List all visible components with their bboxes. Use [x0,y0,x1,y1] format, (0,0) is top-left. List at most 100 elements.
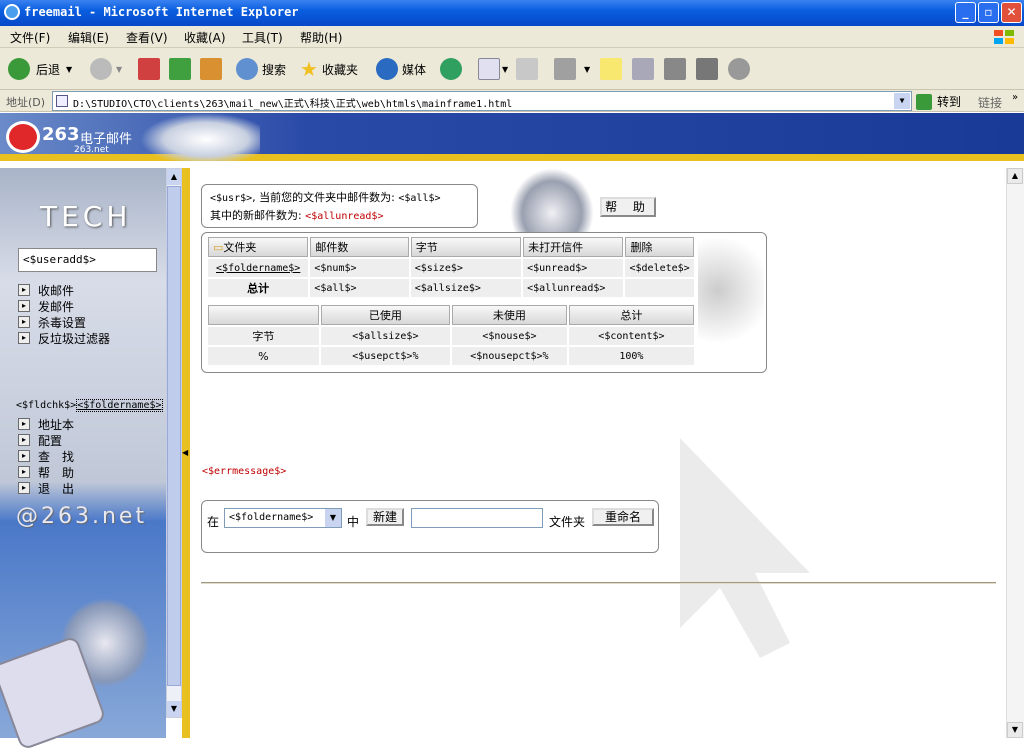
header-label: 文件夹 [223,241,257,254]
folder-form: 在 <$foldername$> ▼ 中 新建 文件夹 重命名 [201,500,659,553]
search-button[interactable]: 搜索 [236,58,286,80]
media-button[interactable]: 媒体 [376,58,426,80]
stop-button[interactable] [138,58,160,80]
nav-config[interactable]: ▸ 配置 [18,432,158,448]
home-button[interactable] [200,58,222,80]
chevron-down-icon[interactable]: ▼ [66,65,72,74]
go-arrow-icon [916,93,932,110]
favorites-button[interactable]: ★ 收藏夹 [300,57,358,81]
back-button[interactable]: 后退 ▼ [8,58,72,80]
frame-splitter[interactable]: ◀ [182,168,190,738]
folder-suffix-label: 文件夹 [549,515,586,529]
menu-view[interactable]: 查看(V) [126,29,168,46]
research-button[interactable] [632,58,654,80]
scroll-down-icon[interactable]: ▼ [1007,722,1023,738]
size-cell: <$size$> [410,259,522,277]
folder-name-input[interactable] [411,508,543,528]
menu-file[interactable]: 文件(F) [10,29,50,46]
chevron-down-icon[interactable]: ▼ [325,509,341,527]
folder-select-value: <$foldername$> [229,512,314,523]
messenger-button[interactable] [664,58,686,80]
logo-circle-icon [6,121,40,153]
folder-row[interactable]: <$fldchk$><$foldername$> [16,399,163,412]
nav-antivirus[interactable]: ▸ 杀毒设置 [18,314,158,330]
main-frame: <$usr$>, 当前您的文件夹中邮件数为: <$all$> 其中的新邮件数为:… [190,168,1006,738]
new-folder-button[interactable]: 新建 [366,508,404,526]
menu-help[interactable]: 帮助(H) [300,29,342,46]
usage-cell: <$allsize$> [320,327,450,345]
research-icon [632,58,654,80]
edit-button[interactable]: ▼ [554,58,590,80]
nav-label: 查 找 [38,449,75,464]
table-row: <$foldername$> <$num$> <$size$> <$unread… [208,259,694,277]
extra-button[interactable] [696,58,718,80]
scroll-up-icon[interactable]: ▲ [1007,168,1023,184]
menu-bar: 文件(F) 编辑(E) 查看(V) 收藏(A) 工具(T) 帮助(H) [0,26,1024,48]
nav-help[interactable]: ▸ 帮 助 [18,464,158,480]
discuss-button[interactable] [600,58,622,80]
usage-cell: 100% [568,347,694,365]
chevron-right-icon[interactable]: » [1012,92,1018,103]
refresh-button[interactable] [169,58,191,80]
mail-button[interactable]: ▼ [478,58,508,80]
foldername-link[interactable]: <$foldername$> [76,399,163,412]
nav-find[interactable]: ▸ 查 找 [18,448,158,464]
folder-select[interactable]: <$foldername$> ▼ [224,508,342,528]
left-scrollbar[interactable]: ▲ ▼ [166,168,182,718]
useradd-field[interactable]: <$useradd$> [18,248,157,272]
forward-button[interactable]: ▼ [90,58,122,80]
usage-col-total: 总计 [568,305,694,325]
menu-edit[interactable]: 编辑(E) [68,29,109,46]
chat-button[interactable] [728,58,750,80]
arrow-right-icon: ▸ [18,316,30,328]
minimize-button[interactable]: _ [955,2,976,23]
allunread-var: <$allunread$> [305,211,384,222]
nav-send-mail[interactable]: ▸ 发邮件 [18,298,158,314]
collapse-arrow-icon[interactable]: ◀ [182,448,188,457]
chevron-down-icon[interactable]: ▼ [894,93,910,109]
delete-cell[interactable]: <$delete$> [625,259,694,277]
arrow-right-icon: ▸ [18,450,30,462]
scroll-thumb[interactable] [167,186,181,686]
unread-cell: <$unread$> [523,259,624,277]
links-label[interactable]: 链接 [978,94,1002,111]
nav-logout[interactable]: ▸ 退 出 [18,480,158,496]
help-button[interactable]: 帮 助 [600,197,656,217]
menu-tools[interactable]: 工具(T) [242,29,283,46]
table-row: % <$usepct$>% <$nousepct$>% 100% [208,347,694,365]
col-count: 邮件数 [310,237,409,257]
search-label: 搜索 [262,62,287,77]
chevron-down-icon[interactable]: ▼ [584,65,590,74]
folder-icon: ▭ [213,241,224,254]
go-button[interactable]: 转到 [916,93,961,110]
media-label: 媒体 [402,62,427,77]
scroll-up-icon[interactable]: ▲ [167,169,181,185]
nav-spam-filter[interactable]: ▸ 反垃圾过滤器 [18,330,158,346]
home-icon [200,58,222,80]
foldername-cell[interactable]: <$foldername$> [208,259,309,277]
chevron-down-icon[interactable]: ▼ [116,65,122,74]
menu-favorites[interactable]: 收藏(A) [184,29,226,46]
arrow-right-icon: ▸ [18,300,30,312]
print-icon [516,58,538,80]
nav-address-book[interactable]: ▸ 地址本 [18,416,158,432]
history-button[interactable] [440,58,462,80]
divider [201,582,996,584]
print-button[interactable] [516,58,538,80]
nav-label: 发邮件 [38,299,75,314]
forward-arrow-icon [90,58,112,80]
address-input[interactable]: D:\STUDIO\CTO\clients\263\mail_new\正式\科技… [52,91,912,111]
chevron-down-icon[interactable]: ▼ [502,65,508,74]
right-scrollbar[interactable]: ▲ ▼ [1006,168,1024,738]
maximize-button[interactable]: ▫ [978,2,999,23]
tool-icon [696,58,718,80]
arrow-right-icon: ▸ [18,332,30,344]
close-button[interactable]: ✕ [1001,2,1022,23]
rename-button[interactable]: 重命名 [592,508,654,526]
scroll-down-icon[interactable]: ▼ [167,701,181,717]
table-row: 总计 <$all$> <$allsize$> <$allunread$> [208,279,694,297]
all-var: <$all$> [398,193,441,204]
robot-decoration [698,239,764,367]
folder-table: ▭文件夹 邮件数 字节 未打开信件 删除 <$foldername$> <$nu… [206,235,696,299]
nav-receive-mail[interactable]: ▸ 收邮件 [18,282,158,298]
